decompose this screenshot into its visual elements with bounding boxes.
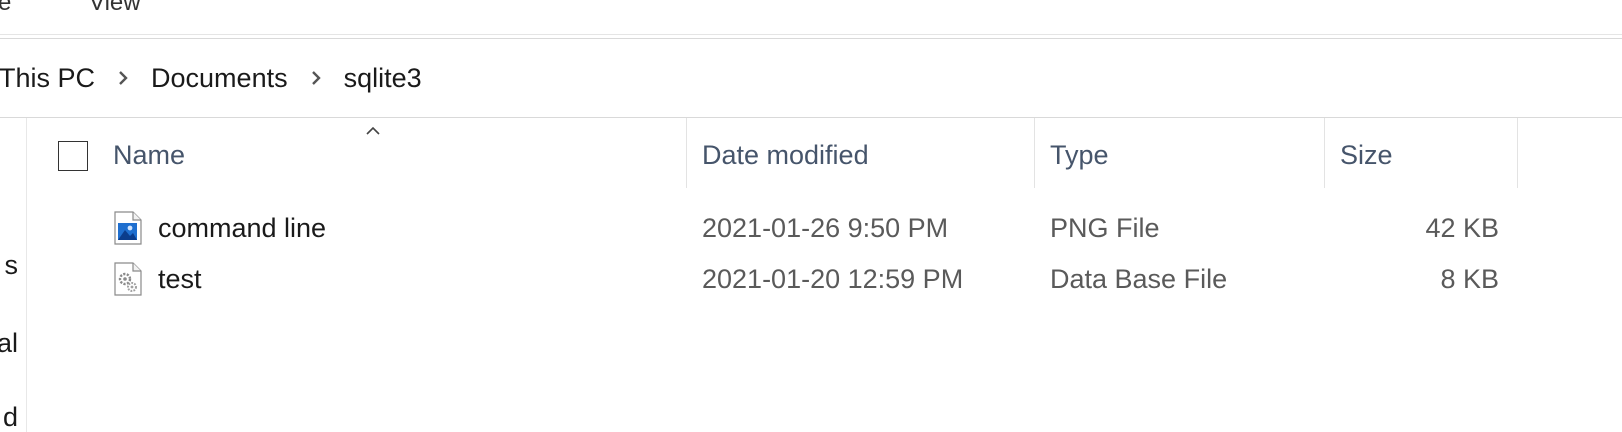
- chevron-right-icon[interactable]: [117, 69, 129, 87]
- chevron-right-icon[interactable]: [310, 69, 322, 87]
- breadcrumb-sqlite3[interactable]: sqlite3: [344, 63, 422, 94]
- ribbon-tab-share[interactable]: re: [0, 0, 11, 18]
- file-date-modified: 2021-01-26 9:50 PM: [702, 213, 949, 243]
- file-type: Data Base File: [1050, 264, 1228, 294]
- file-date-modified: 2021-01-20 12:59 PM: [702, 264, 964, 294]
- file-type: PNG File: [1050, 213, 1160, 243]
- file-row[interactable]: test 2021-01-20 12:59 PM Data Base File …: [27, 255, 1622, 305]
- image-file-icon: [114, 211, 142, 245]
- ribbon-tab-bar: re View: [0, 0, 1622, 35]
- nav-item-fragment[interactable]: d: [3, 402, 18, 432]
- sort-ascending-icon: [365, 123, 381, 141]
- file-size: 8 KB: [1440, 264, 1499, 294]
- breadcrumb-this-pc[interactable]: This PC: [0, 63, 95, 94]
- ribbon-tab-view[interactable]: View: [89, 0, 141, 18]
- column-divider[interactable]: [686, 118, 687, 188]
- settings-file-icon: [114, 262, 142, 296]
- file-name: test: [158, 264, 202, 294]
- column-divider[interactable]: [1517, 118, 1518, 188]
- file-explorer-window: re View This PC Documents sqlite3 s al d…: [0, 0, 1622, 432]
- breadcrumb-documents[interactable]: Documents: [151, 63, 288, 94]
- column-divider[interactable]: [1324, 118, 1325, 188]
- nav-item-fragment[interactable]: al: [0, 328, 18, 359]
- file-size: 42 KB: [1425, 213, 1499, 243]
- nav-item-fragment[interactable]: s: [5, 250, 19, 281]
- file-row[interactable]: command line 2021-01-26 9:50 PM PNG File…: [27, 204, 1622, 254]
- file-list: Name Date modified Type Size command lin…: [27, 118, 1622, 432]
- address-bar[interactable]: This PC Documents sqlite3: [0, 38, 1622, 118]
- column-header-name[interactable]: Name: [113, 140, 185, 171]
- navigation-pane[interactable]: s al d: [0, 118, 27, 432]
- column-header-size[interactable]: Size: [1340, 140, 1393, 171]
- column-header-type[interactable]: Type: [1050, 140, 1109, 171]
- column-header-date-modified[interactable]: Date modified: [702, 140, 869, 171]
- column-header-row: Name Date modified Type Size: [27, 118, 1622, 192]
- column-divider[interactable]: [1034, 118, 1035, 188]
- file-name: command line: [158, 213, 327, 243]
- select-all-checkbox[interactable]: [58, 141, 88, 171]
